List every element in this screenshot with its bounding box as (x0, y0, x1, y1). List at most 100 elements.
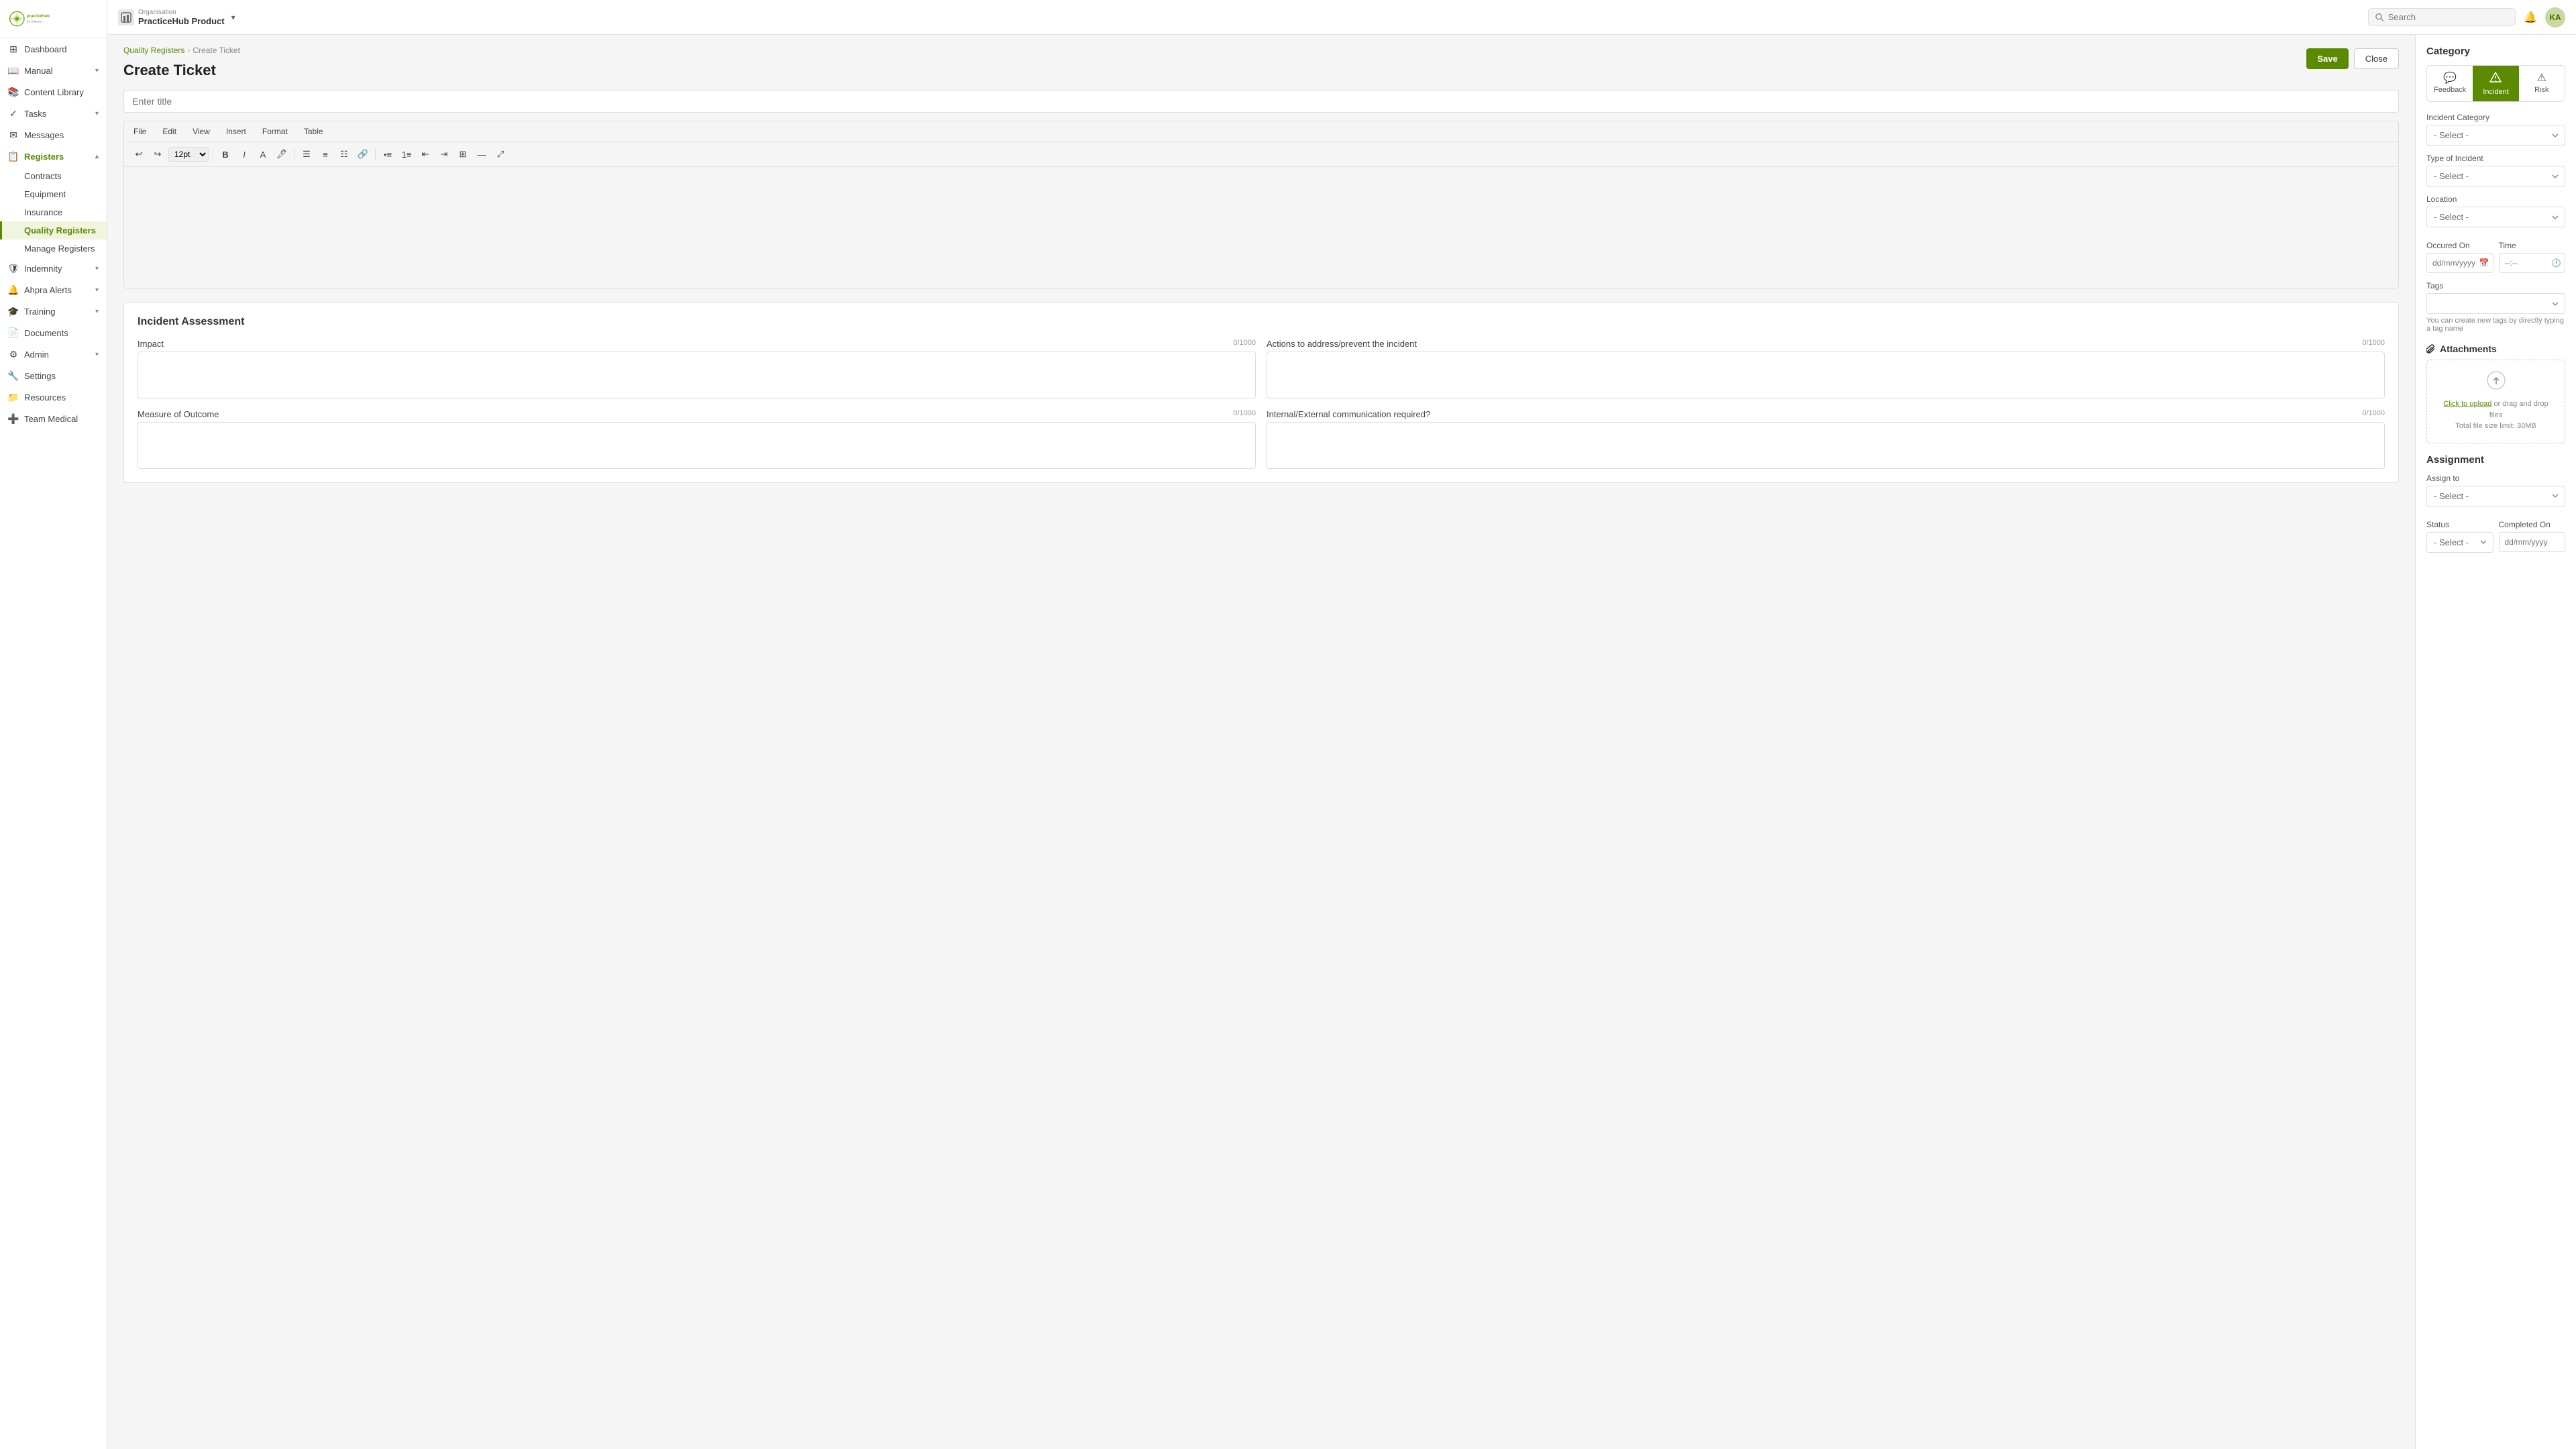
title-input[interactable] (123, 90, 2399, 113)
horizontal-rule-button[interactable]: — (474, 146, 490, 162)
search-box[interactable] (2368, 8, 2516, 26)
status-select[interactable]: - Select - (2426, 532, 2493, 553)
font-color-button[interactable]: A (255, 146, 271, 162)
sidebar-subitem-label: Quality Registers (24, 225, 96, 235)
sidebar-subitem-manage-registers[interactable]: Manage Registers (0, 239, 107, 258)
sidebar-item-admin[interactable]: ⚙ Admin ▾ (0, 343, 107, 365)
search-icon (2375, 13, 2384, 22)
outdent-button[interactable]: ⇤ (417, 146, 433, 162)
actions-textarea[interactable] (1267, 352, 2385, 398)
close-button[interactable]: Close (2354, 48, 2399, 69)
menu-insert[interactable]: Insert (223, 125, 249, 138)
sidebar-item-documents[interactable]: 📄 Documents (0, 322, 107, 343)
tab-incident[interactable]: Incident (2473, 66, 2518, 101)
org-name: PracticeHub Product (138, 16, 225, 26)
align-center-button[interactable]: ≡ (317, 146, 333, 162)
numbered-list-button[interactable]: 1≡ (398, 146, 415, 162)
impact-textarea[interactable] (138, 352, 1256, 398)
tab-risk[interactable]: ⚠ Risk (2519, 66, 2565, 101)
documents-icon: 📄 (8, 327, 19, 338)
sidebar-item-label: Manual (24, 66, 53, 76)
search-input[interactable] (2388, 12, 2508, 22)
editor-body[interactable] (124, 167, 2398, 288)
menu-file[interactable]: File (131, 125, 149, 138)
training-icon: 🎓 (8, 306, 19, 317)
assign-to-select[interactable]: - Select - (2426, 486, 2565, 506)
team-medical-icon: ➕ (8, 413, 19, 424)
tab-feedback[interactable]: 💬 Feedback (2427, 66, 2473, 101)
undo-button[interactable]: ↩ (131, 146, 147, 162)
sidebar-subitem-label: Equipment (24, 189, 66, 199)
sidebar-item-indemnity[interactable]: 🛡 Indemnity ▾ (0, 258, 107, 279)
upload-link[interactable]: Click to upload (2443, 400, 2491, 408)
sidebar-subitem-contracts[interactable]: Contracts (0, 167, 107, 185)
bullet-list-button[interactable]: •≡ (380, 146, 396, 162)
actions-label: Actions to address/prevent the incident (1267, 339, 1417, 349)
sidebar-item-label: Registers (24, 152, 64, 162)
fullscreen-button[interactable]: ⤢ (492, 146, 508, 162)
settings-icon: 🔧 (8, 370, 19, 381)
sidebar-item-content-library[interactable]: 📚 Content Library (0, 81, 107, 103)
communication-field-group: Internal/External communication required… (1267, 409, 2385, 469)
table-button[interactable]: ⊞ (455, 146, 471, 162)
measure-count: 0/1000 (1233, 409, 1256, 419)
sidebar-item-manual[interactable]: 📖 Manual ▾ (0, 60, 107, 81)
completed-on-label: Completed On (2499, 520, 2566, 529)
sidebar-item-messages[interactable]: ✉ Messages (0, 124, 107, 146)
sidebar-subitem-equipment[interactable]: Equipment (0, 185, 107, 203)
svg-text:by Gilwave: by Gilwave (27, 19, 42, 23)
incident-category-select[interactable]: - Select - (2426, 125, 2565, 146)
type-of-incident-select[interactable]: - Select - (2426, 166, 2565, 186)
impact-count: 0/1000 (1233, 339, 1256, 349)
paperclip-icon (2426, 344, 2436, 354)
upload-area[interactable]: Click to upload or drag and drop files T… (2426, 360, 2565, 443)
impact-field-group: Impact 0/1000 (138, 339, 1256, 398)
sidebar-item-label: Team Medical (24, 414, 78, 424)
attachments-title: Attachments (2426, 343, 2565, 354)
menu-format[interactable]: Format (260, 125, 290, 138)
avatar[interactable]: KA (2545, 7, 2565, 28)
communication-label: Internal/External communication required… (1267, 409, 1430, 419)
measure-textarea[interactable] (138, 422, 1256, 469)
sidebar-item-ahpra-alerts[interactable]: 🔔 Ahpra Alerts ▾ (0, 279, 107, 301)
location-select[interactable]: - Select - (2426, 207, 2565, 227)
breadcrumb-parent-link[interactable]: Quality Registers (123, 46, 184, 55)
indent-button[interactable]: ⇥ (436, 146, 452, 162)
sidebar-item-label: Ahpra Alerts (24, 285, 72, 295)
sidebar-item-label: Settings (24, 371, 56, 381)
communication-textarea[interactable] (1267, 422, 2385, 469)
tags-select[interactable] (2426, 293, 2565, 314)
sidebar-item-team-medical[interactable]: ➕ Team Medical (0, 408, 107, 429)
sidebar-item-settings[interactable]: 🔧 Settings (0, 365, 107, 386)
redo-button[interactable]: ↪ (150, 146, 166, 162)
actions-field-group: Actions to address/prevent the incident … (1267, 339, 2385, 398)
italic-button[interactable]: I (236, 146, 252, 162)
sidebar-item-registers[interactable]: 📋 Registers ▴ (0, 146, 107, 167)
impact-label: Impact (138, 339, 164, 349)
sidebar-item-training[interactable]: 🎓 Training ▾ (0, 301, 107, 322)
sidebar-subitem-quality-registers[interactable]: Quality Registers (0, 221, 107, 239)
menu-table[interactable]: Table (301, 125, 326, 138)
sidebar-item-tasks[interactable]: ✓ Tasks ▾ (0, 103, 107, 124)
chevron-down-icon: ▾ (95, 265, 99, 272)
chevron-down-icon: ▾ (95, 308, 99, 315)
bold-button[interactable]: B (217, 146, 233, 162)
align-right-button[interactable]: ☷ (336, 146, 352, 162)
align-left-button[interactable]: ☰ (299, 146, 315, 162)
sidebar-item-dashboard[interactable]: ⊞ Dashboard (0, 38, 107, 60)
sidebar-subitem-insurance[interactable]: Insurance (0, 203, 107, 221)
sidebar-item-resources[interactable]: 📁 Resources (0, 386, 107, 408)
notifications-icon[interactable]: 🔔 (2524, 11, 2537, 24)
sidebar: practicehub by Gilwave ⊞ Dashboard 📖 Man… (0, 0, 107, 1449)
completed-on-input[interactable] (2499, 532, 2566, 552)
menu-view[interactable]: View (190, 125, 213, 138)
highlight-button[interactable]: 🖊 (274, 146, 290, 162)
editor-toolbar: ↩ ↪ 12pt10pt14pt18pt B I A 🖊 ☰ ≡ ☷ 🔗 (124, 142, 2398, 167)
link-button[interactable]: 🔗 (355, 146, 371, 162)
menu-edit[interactable]: Edit (160, 125, 179, 138)
measure-label: Measure of Outcome (138, 409, 219, 419)
tags-label: Tags (2426, 281, 2565, 290)
org-selector[interactable]: Organisation PracticeHub Product ▾ (118, 9, 235, 26)
font-size-select[interactable]: 12pt10pt14pt18pt (168, 147, 209, 162)
save-button[interactable]: Save (2306, 48, 2348, 69)
